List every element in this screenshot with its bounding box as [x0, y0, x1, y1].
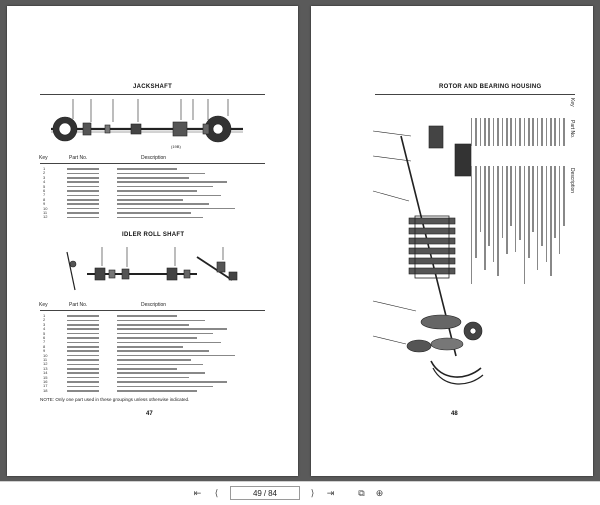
previous-page-button[interactable]: ⟨ — [210, 487, 223, 500]
rotor-part-row — [544, 98, 549, 262]
top-table-header-description: Description — [141, 155, 167, 161]
current-page-input[interactable]: 49 — [253, 489, 262, 498]
jackshaft-part-row: 12 — [43, 214, 203, 219]
rotor-part-row — [558, 98, 563, 254]
top-table-rule — [40, 163, 265, 164]
page-number-right: 48 — [451, 411, 458, 417]
rotor-part-row — [509, 98, 514, 226]
rotor-part-row — [536, 98, 541, 270]
right-table-header-partno: Part No. — [569, 120, 575, 139]
rotor-part-row — [487, 98, 492, 246]
left-page: JACKSHAFT (19B) Key Part No. Description… — [7, 6, 298, 476]
first-page-button[interactable]: ⇤ — [191, 487, 204, 500]
heading-rule-right — [375, 94, 575, 95]
idler-part-key: 18 — [43, 387, 48, 393]
rotor-part-row — [531, 98, 536, 232]
bottom-table-header-description: Description — [141, 302, 167, 308]
zoom-icon[interactable]: ⊕ — [373, 487, 386, 500]
rotor-part-row — [518, 98, 523, 240]
jackshaft-figure-number: (19B) — [171, 144, 181, 149]
right-table-header-key: Key — [569, 98, 575, 107]
jackshaft-part-key: 12 — [43, 214, 48, 220]
idler-part-row: 18 — [43, 388, 197, 393]
rotor-part-row — [527, 98, 532, 258]
bottom-table-header-partno: Part No. — [69, 302, 88, 308]
rotor-part-row — [562, 98, 567, 226]
right-table-header-description: Description — [569, 168, 575, 194]
jackshaft-part-part-number — [67, 216, 99, 219]
rotor-part-row — [483, 98, 488, 270]
rotor-part-row — [514, 98, 519, 252]
bottom-table-rule — [40, 310, 265, 311]
right-page: ROTOR AND BEARING HOUSING Key Part No. D… — [311, 6, 593, 476]
top-table-header-key: Key — [39, 155, 48, 161]
rotor-bearing-housing-heading: ROTOR AND BEARING HOUSING — [439, 84, 542, 90]
rotor-part-row — [478, 98, 483, 232]
grouping-note: NOTE: Only one part used in these groupi… — [40, 397, 190, 402]
rotor-part-row — [540, 98, 545, 246]
jackshaft-part-description — [117, 216, 203, 219]
rotor-part-row — [492, 98, 497, 262]
jackshaft-heading: JACKSHAFT — [133, 84, 173, 90]
page-separator: / — [263, 488, 267, 498]
rotor-part-row — [474, 98, 479, 258]
rotor-part-row — [549, 98, 554, 276]
rotor-parts-table: Key Part No. Description — [467, 98, 575, 378]
total-pages: 84 — [268, 488, 278, 498]
jackshaft-diagram: (19B) — [51, 99, 243, 149]
rotor-part-row — [500, 98, 505, 238]
bottom-table-header-key: Key — [39, 302, 48, 308]
rotor-part-row — [470, 98, 475, 284]
rotor-part-row — [522, 98, 527, 284]
view-mode-icon[interactable]: ⧉ — [355, 487, 368, 500]
idler-roll-shaft-heading: IDLER ROLL SHAFT — [122, 232, 185, 238]
next-page-button[interactable]: ⟩ — [306, 487, 319, 500]
top-table-header-partno: Part No. — [69, 155, 88, 161]
idler-part-description — [117, 389, 197, 392]
viewer-toolbar: ⇤ ⟨ 49 / 84 ⟩ ⇥ ⧉ ⊕ — [0, 481, 600, 505]
rotor-part-row — [505, 98, 510, 254]
last-page-button[interactable]: ⇥ — [324, 487, 337, 500]
idler-part-part-number — [67, 389, 99, 392]
page-number-left: 47 — [146, 411, 153, 417]
rotor-part-row — [496, 98, 501, 276]
rotor-part-row — [553, 98, 558, 238]
page-indicator[interactable]: 49 / 84 — [230, 486, 300, 500]
idler-roll-shaft-diagram — [66, 247, 238, 291]
